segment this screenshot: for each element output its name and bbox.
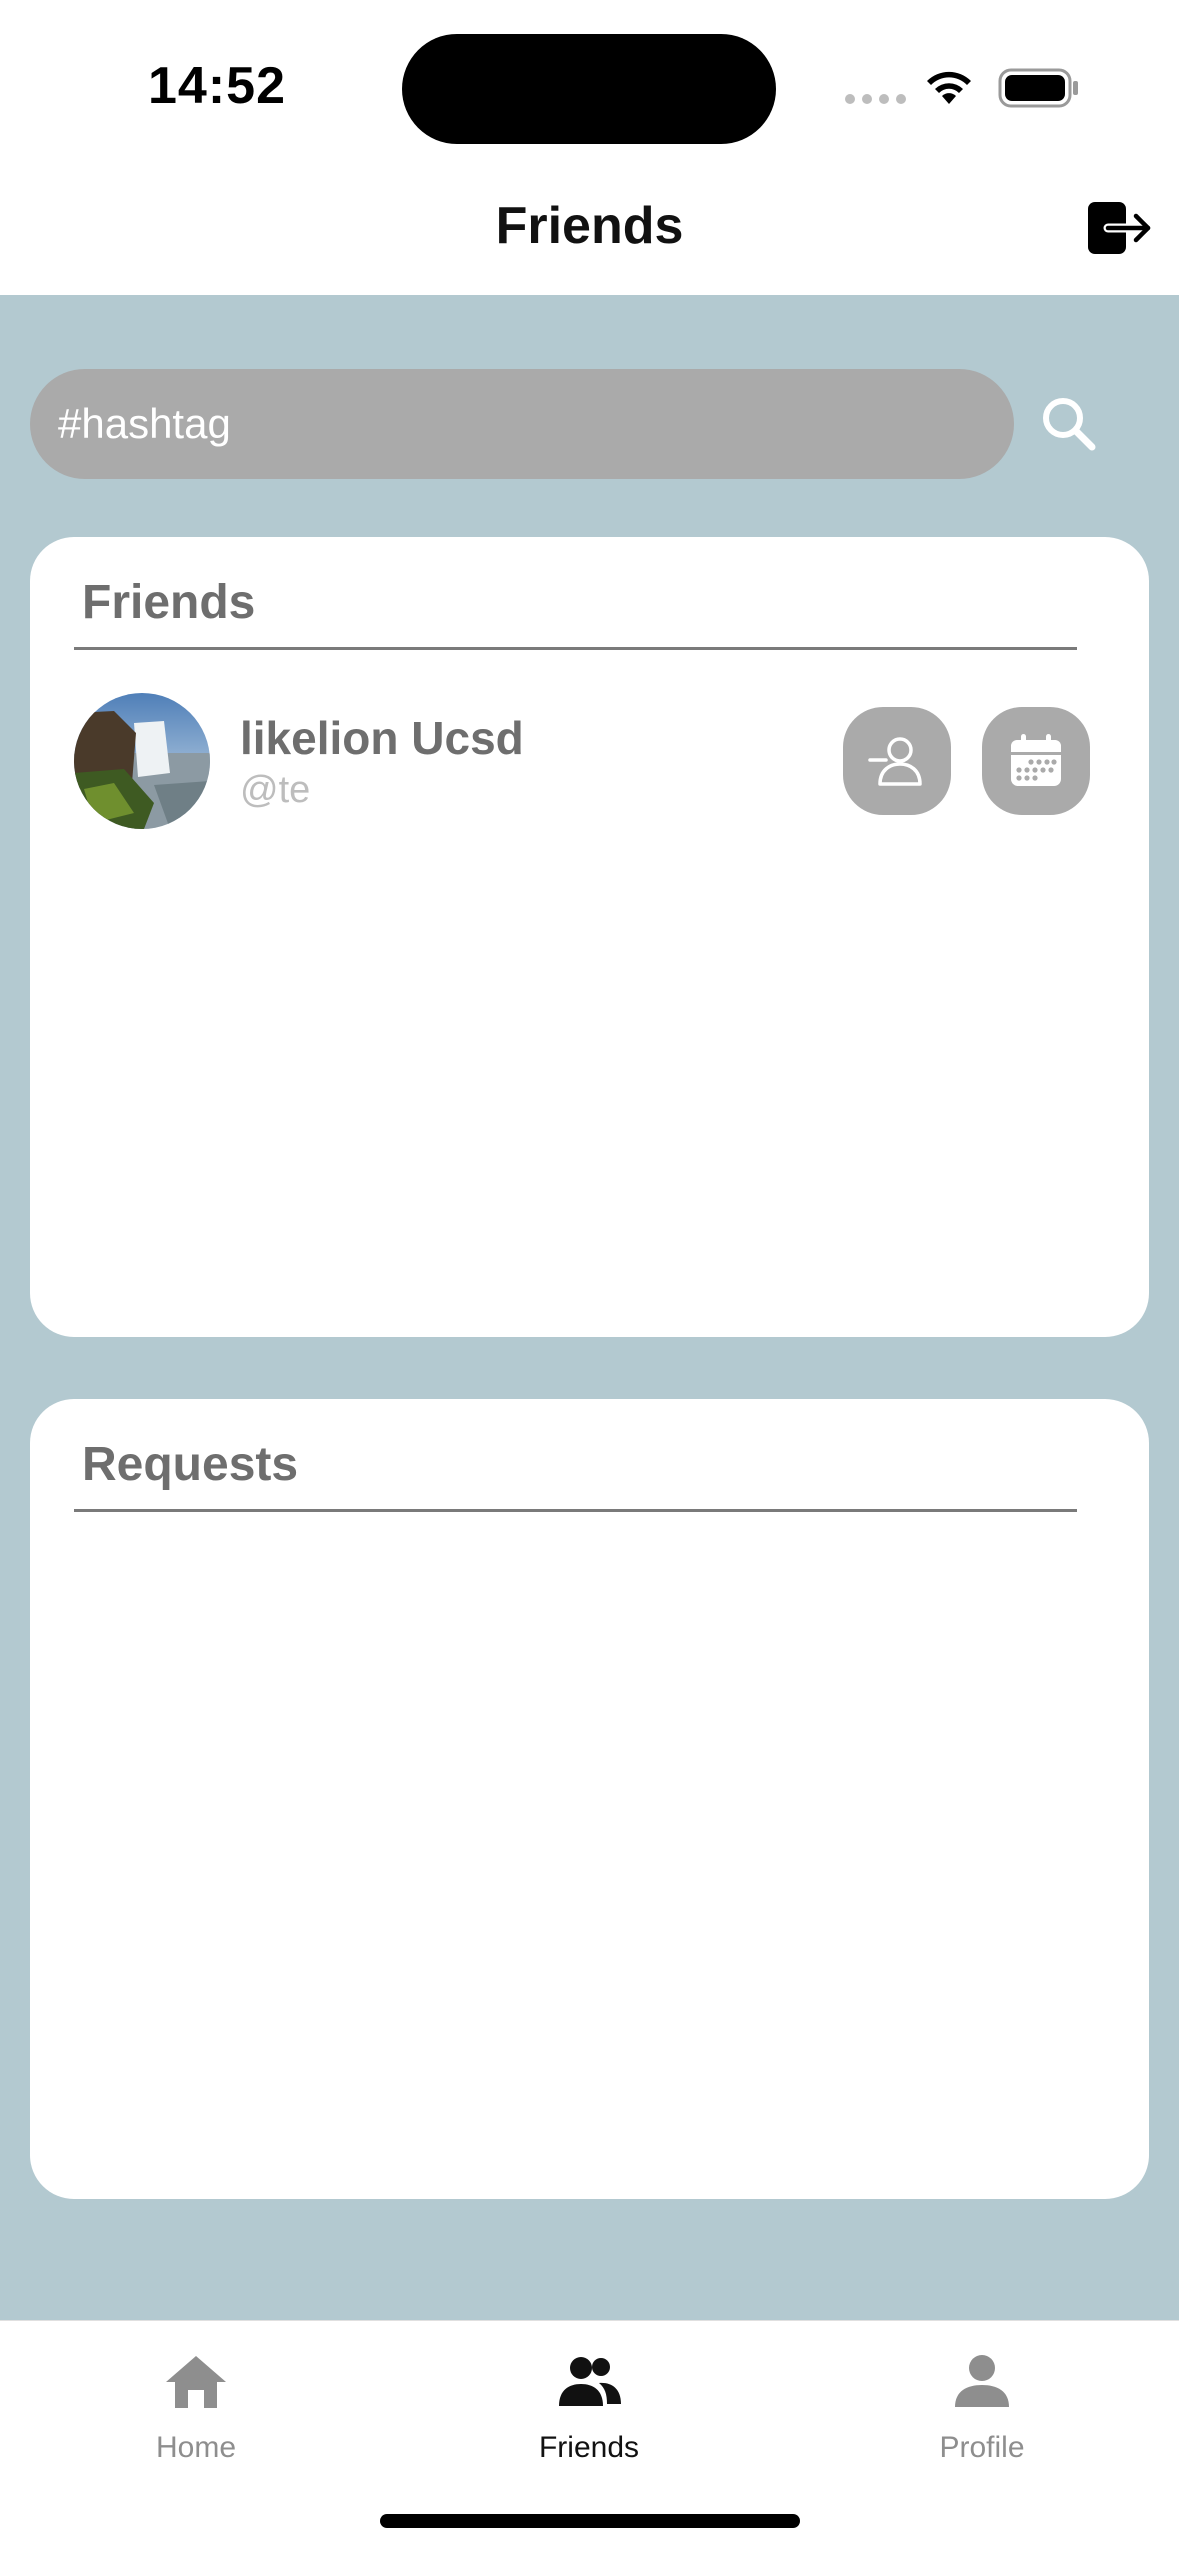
divider bbox=[74, 647, 1077, 650]
friend-list-item[interactable]: likelion Ucsd @te bbox=[74, 693, 1114, 833]
logout-icon[interactable] bbox=[1086, 200, 1152, 256]
friends-icon bbox=[559, 2357, 621, 2406]
dynamic-island bbox=[402, 34, 776, 144]
requests-card: Requests bbox=[30, 1399, 1149, 2199]
home-indicator bbox=[380, 2514, 800, 2528]
requests-card-title: Requests bbox=[82, 1438, 299, 1491]
navigation-bar: Friends bbox=[0, 170, 1179, 295]
tab-label: Friends bbox=[538, 2431, 640, 2464]
tab-profile[interactable]: Profile bbox=[862, 2349, 1102, 2479]
schedule-button[interactable] bbox=[982, 707, 1090, 815]
friend-name: likelion Ucsd bbox=[240, 712, 524, 764]
friends-card: Friends likelion Ucsd @te bbox=[30, 537, 1149, 1337]
hashtag-search-input[interactable]: #hashtag bbox=[30, 369, 1014, 479]
tab-home[interactable]: Home bbox=[76, 2349, 316, 2479]
status-bar: 14:52 bbox=[0, 0, 1179, 170]
search-placeholder: #hashtag bbox=[58, 400, 231, 447]
friends-card-title: Friends bbox=[82, 576, 256, 629]
tab-label: Home bbox=[155, 2431, 237, 2464]
cellular-signal-icon bbox=[845, 94, 906, 104]
search-icon[interactable] bbox=[1036, 391, 1102, 457]
avatar[interactable] bbox=[74, 693, 210, 829]
status-time: 14:52 bbox=[148, 57, 286, 115]
divider bbox=[74, 1509, 1077, 1512]
tab-friends[interactable]: Friends bbox=[469, 2349, 709, 2479]
friend-handle: @te bbox=[240, 769, 311, 811]
unfriend-icon bbox=[868, 737, 922, 786]
remove-friend-button[interactable] bbox=[843, 707, 951, 815]
battery-icon bbox=[998, 68, 1078, 108]
wifi-icon bbox=[927, 71, 971, 104]
content-area: #hashtag Friends likelion Ucsd @te Reque… bbox=[0, 295, 1179, 2320]
calendar-icon bbox=[1011, 734, 1061, 786]
page-title: Friends bbox=[495, 197, 684, 255]
tab-label: Profile bbox=[939, 2431, 1025, 2464]
home-icon bbox=[166, 2356, 226, 2408]
profile-icon bbox=[955, 2355, 1009, 2407]
